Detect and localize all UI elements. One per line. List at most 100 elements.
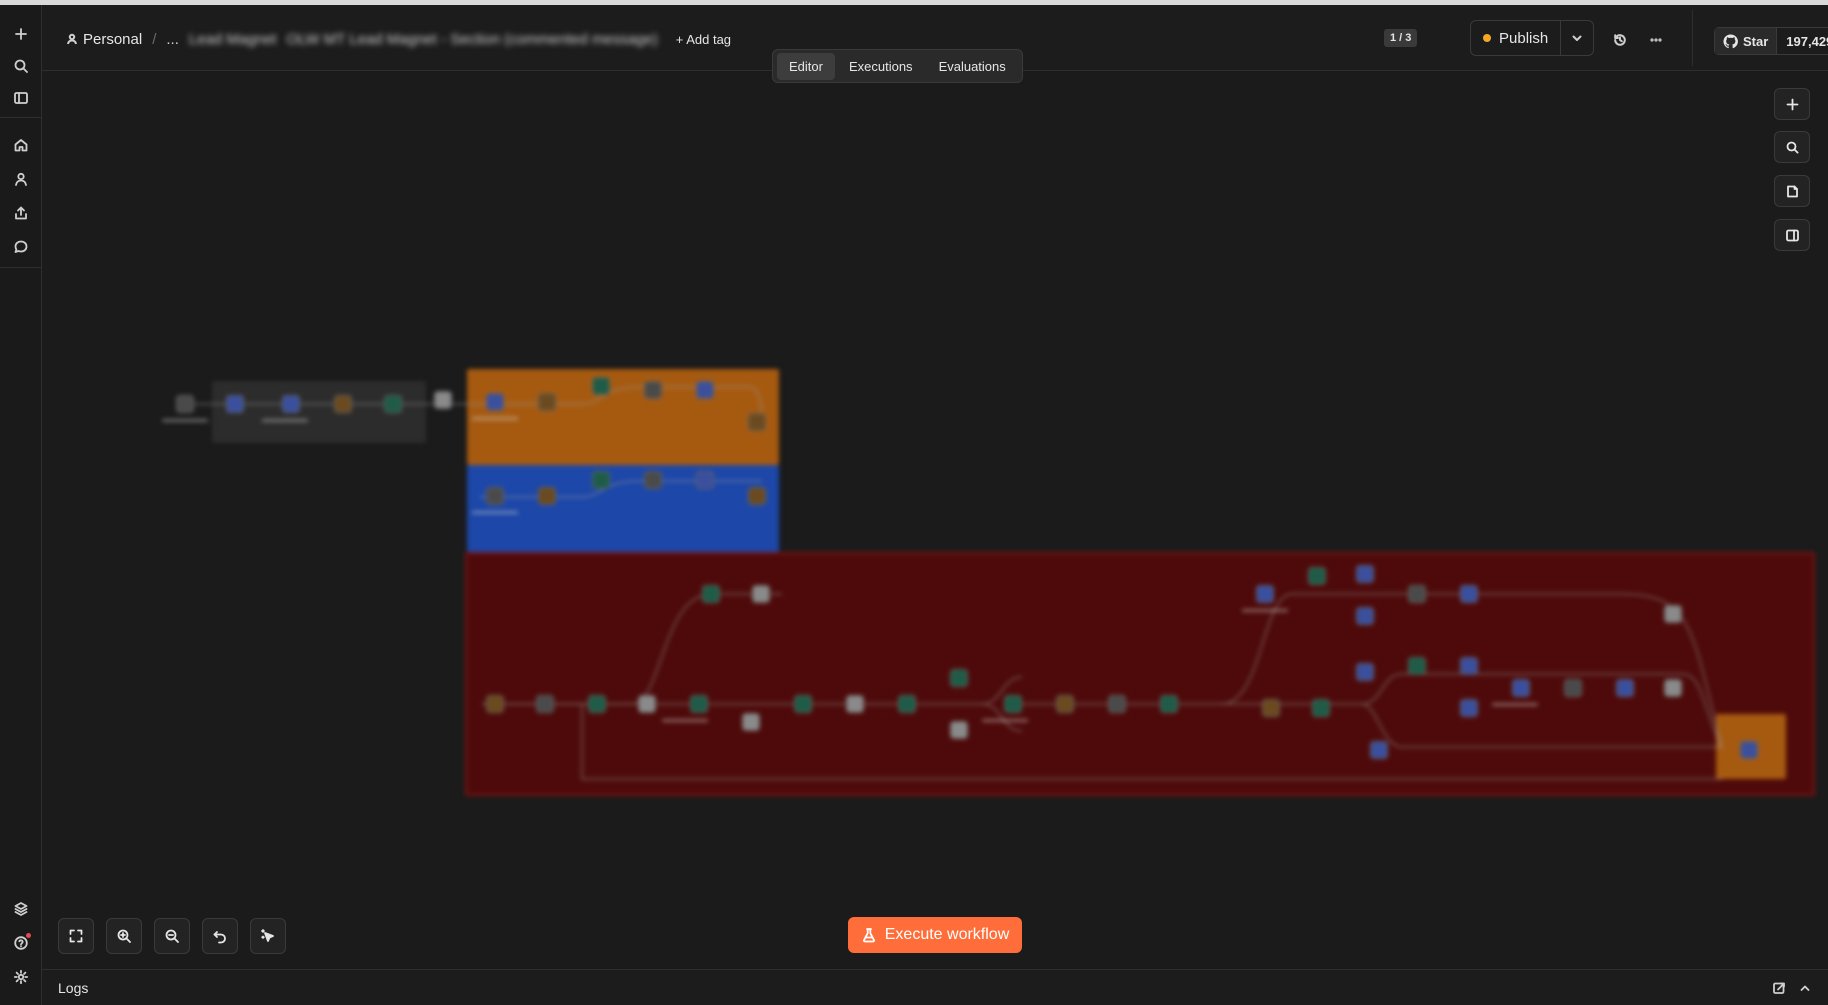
chevron-up-icon[interactable] (1796, 979, 1814, 997)
panel-icon (1785, 229, 1799, 241)
home-icon[interactable] (8, 132, 34, 158)
workflow-node[interactable] (592, 471, 610, 489)
breadcrumb-owner[interactable]: Personal (66, 31, 142, 48)
workflow-node[interactable] (1308, 567, 1326, 585)
workflow-node[interactable] (384, 395, 402, 413)
workflow-node[interactable] (702, 585, 720, 603)
user-icon[interactable] (8, 166, 34, 192)
workflow-node[interactable] (1312, 699, 1330, 717)
workflow-node[interactable] (1356, 565, 1374, 583)
tidy-up-button[interactable] (250, 918, 286, 954)
workflow-node[interactable] (538, 487, 556, 505)
history-icon[interactable] (1611, 31, 1629, 49)
workflow-node[interactable] (536, 695, 554, 713)
workflow-node[interactable] (1664, 605, 1682, 623)
help-icon[interactable] (8, 930, 34, 956)
github-star-button[interactable]: Star (1715, 28, 1777, 54)
workflow-node[interactable] (592, 377, 610, 395)
workflow-canvas[interactable] (42, 71, 1828, 969)
workflow-node[interactable] (176, 395, 194, 413)
undo-button[interactable] (202, 918, 238, 954)
workflow-node[interactable] (1356, 607, 1374, 625)
tab-executions[interactable]: Executions (837, 53, 925, 80)
workflow-node[interactable] (588, 695, 606, 713)
workflow-node[interactable] (638, 695, 656, 713)
fit-view-button[interactable] (58, 918, 94, 954)
workflow-node[interactable] (696, 471, 714, 489)
breadcrumb-owner-label: Personal (83, 30, 143, 48)
workflow-name[interactable]: OLW MT Lead Magnet - Section (commented … (286, 31, 657, 48)
workflow-node[interactable] (1460, 699, 1478, 717)
workflow-node[interactable] (1370, 741, 1388, 759)
sidebar-toggle-icon[interactable] (8, 85, 34, 111)
add-icon[interactable] (8, 21, 34, 47)
node-label (472, 417, 518, 420)
workflow-node[interactable] (1616, 679, 1634, 697)
sticky-note-button[interactable] (1774, 175, 1810, 207)
share-icon[interactable] (8, 200, 34, 226)
workflow-node[interactable] (1356, 663, 1374, 681)
publish-button[interactable]: Publish (1471, 21, 1560, 55)
chat-icon[interactable] (8, 234, 34, 260)
zoom-in-button[interactable] (106, 918, 142, 954)
publish-label: Publish (1499, 29, 1549, 47)
workflow-node[interactable] (1408, 585, 1426, 603)
workflow-node[interactable] (1460, 657, 1478, 675)
workflow-node[interactable] (282, 395, 300, 413)
search-icon[interactable] (8, 53, 34, 79)
workflow-node[interactable] (1160, 695, 1178, 713)
workflow-node[interactable] (748, 487, 766, 505)
left-sidebar (0, 5, 42, 1005)
workflow-node[interactable] (644, 471, 662, 489)
workflow-node[interactable] (752, 585, 770, 603)
workflow-node[interactable] (1108, 695, 1126, 713)
canvas-zoom-toolbar (58, 918, 286, 954)
settings-icon[interactable] (8, 964, 34, 990)
workflow-node[interactable] (748, 413, 766, 431)
workflow-node[interactable] (846, 695, 864, 713)
more-options-icon[interactable] (1647, 31, 1665, 49)
workflow-node[interactable] (1004, 695, 1022, 713)
execute-workflow-button[interactable]: Execute workflow (848, 917, 1022, 953)
breadcrumb-more[interactable]: ... (166, 31, 179, 48)
workflow-node[interactable] (898, 695, 916, 713)
workflow-node[interactable] (690, 695, 708, 713)
workflow-node[interactable] (1262, 699, 1280, 717)
tab-evaluations[interactable]: Evaluations (927, 53, 1018, 80)
workflow-node[interactable] (696, 381, 714, 399)
workflow-node[interactable] (1512, 679, 1530, 697)
canvas-search-button[interactable] (1774, 131, 1810, 163)
add-node-button[interactable] (1774, 88, 1810, 120)
logs-panel-bar[interactable]: Logs (42, 969, 1828, 1005)
workflow-node[interactable] (226, 395, 244, 413)
workflow-node[interactable] (434, 391, 452, 409)
workflow-node[interactable] (950, 669, 968, 687)
zoom-out-button[interactable] (154, 918, 190, 954)
workflow-node[interactable] (1256, 585, 1274, 603)
workflow-node[interactable] (334, 395, 352, 413)
workflow-node[interactable] (486, 695, 504, 713)
workflow-node[interactable] (794, 695, 812, 713)
toggle-panel-button[interactable] (1774, 219, 1810, 251)
workflow-node[interactable] (486, 487, 504, 505)
workflow-node[interactable] (538, 393, 556, 411)
node-label (982, 719, 1028, 722)
workflow-node[interactable] (1460, 585, 1478, 603)
tab-editor[interactable]: Editor (777, 52, 835, 80)
workflow-node[interactable] (486, 393, 504, 411)
workflow-node[interactable] (1408, 657, 1426, 675)
workflow-node[interactable] (1664, 679, 1682, 697)
fullscreen-icon (69, 929, 83, 943)
workflow-node[interactable] (644, 381, 662, 399)
breadcrumb-project-name[interactable]: Lead Magnet (189, 31, 277, 48)
workflow-node[interactable] (742, 713, 760, 731)
workflow-node[interactable] (1740, 741, 1758, 759)
workflow-node[interactable] (1564, 679, 1582, 697)
add-tag-button[interactable]: + Add tag (676, 32, 731, 47)
publish-dropdown-button[interactable] (1560, 21, 1592, 55)
workflow-node[interactable] (950, 721, 968, 739)
templates-icon[interactable] (8, 896, 34, 922)
workflow-node[interactable] (1056, 695, 1074, 713)
pop-out-logs-icon[interactable] (1770, 979, 1788, 997)
github-star-count[interactable]: 197,429 (1776, 28, 1828, 54)
